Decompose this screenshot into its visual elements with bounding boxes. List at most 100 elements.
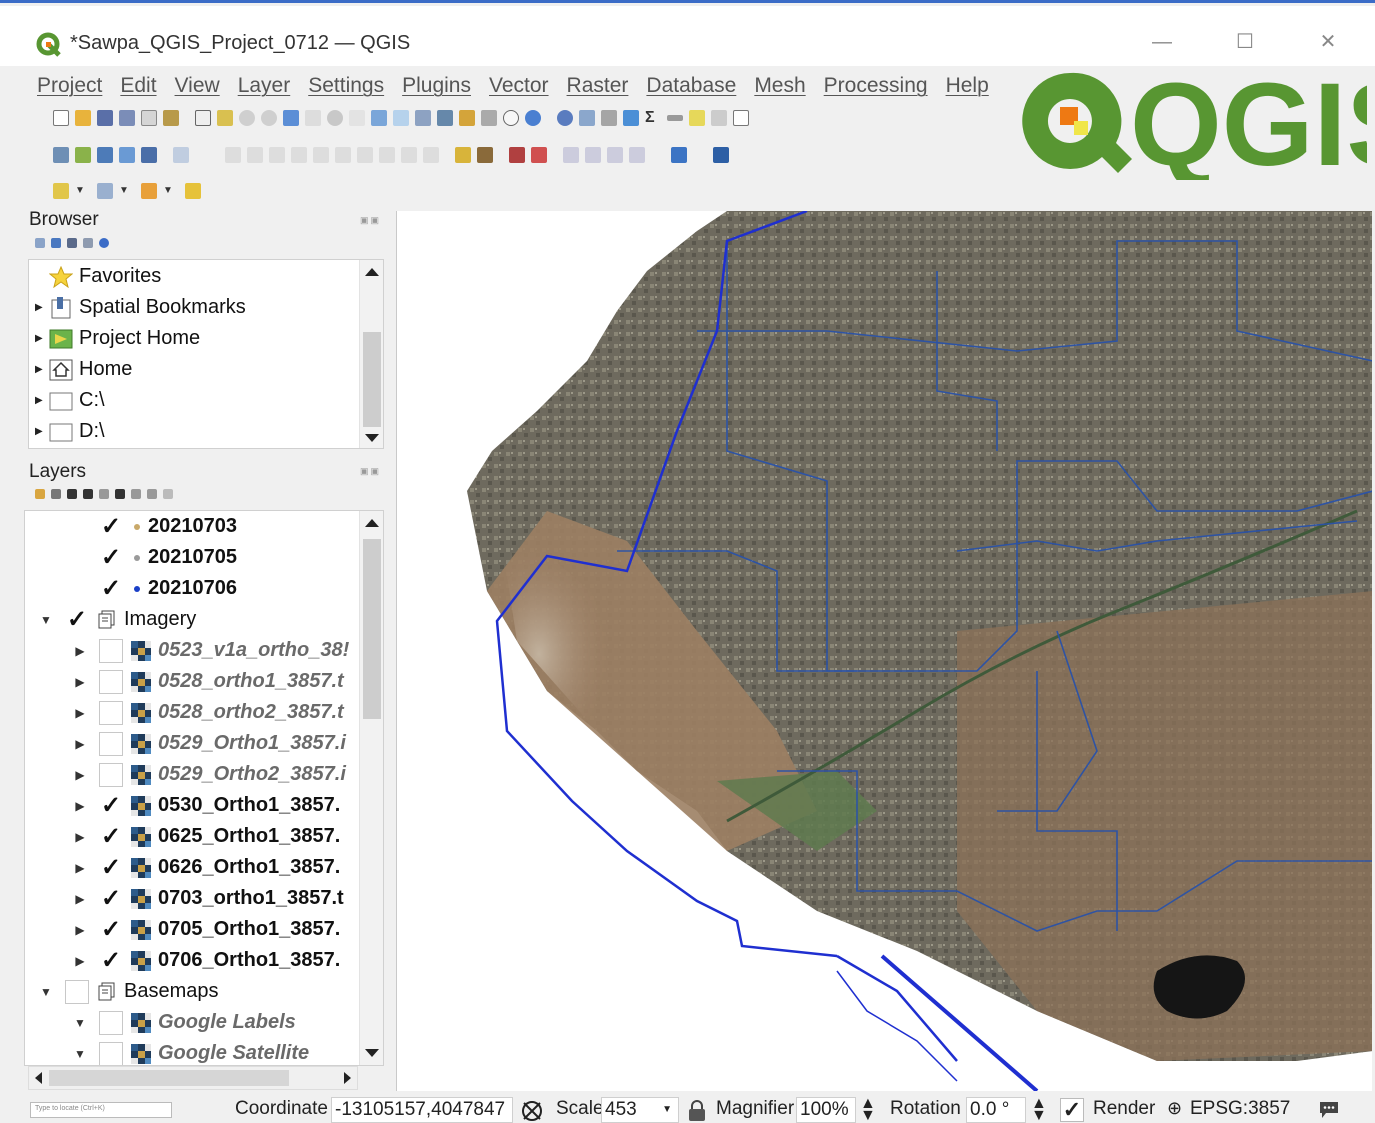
zoom-last-icon[interactable] — [371, 110, 387, 126]
expand-arrow-icon[interactable]: ▶ — [71, 861, 89, 875]
expand-arrow-icon[interactable]: ▶ — [71, 737, 89, 751]
scroll-down-icon[interactable] — [365, 1049, 379, 1057]
coordinate-field[interactable]: -13105157,4047847 — [331, 1097, 513, 1123]
layer-visibility-checkbox[interactable] — [99, 1010, 123, 1035]
pan-to-selection-icon[interactable] — [217, 110, 233, 126]
scroll-up-icon[interactable] — [365, 519, 379, 527]
menu-mesh[interactable]: Mesh — [754, 69, 805, 103]
layer-row[interactable]: ▶ ✓ 0706_Ortho1_3857. — [71, 945, 340, 976]
layer-row[interactable]: ▼ Google Satellite — [71, 1038, 309, 1065]
collapse-arrow-icon[interactable]: ▼ — [37, 985, 55, 999]
layer-row[interactable]: ▶ ✓ 0705_Ortho1_3857. — [71, 914, 340, 945]
menu-database[interactable]: Database — [646, 69, 736, 103]
layer-row[interactable]: ▶ 0528_ortho1_3857.t — [71, 666, 344, 697]
rotation-spinner-icon[interactable]: ▲ ▼ — [1031, 1096, 1047, 1123]
rotation-field[interactable]: 0.0 ° — [966, 1097, 1026, 1123]
expand-arrow-icon[interactable]: ▶ — [35, 395, 45, 406]
style-manager-icon[interactable] — [163, 110, 179, 126]
processing-toolbox-icon[interactable] — [623, 110, 639, 126]
expand-arrow-icon[interactable]: ▶ — [35, 333, 45, 344]
zoom-out-icon[interactable] — [261, 110, 277, 126]
layer-row[interactable]: ✓ 20210703 — [99, 511, 237, 542]
add-selected-icon[interactable] — [35, 238, 45, 248]
zoom-selection-icon[interactable] — [305, 110, 321, 126]
layer-row[interactable]: ▶ 0528_ortho2_3857.t — [71, 697, 344, 728]
python-console-icon[interactable] — [671, 147, 687, 163]
filter-browser-icon[interactable] — [67, 238, 77, 248]
statistics-icon[interactable]: Σ — [645, 110, 661, 126]
scroll-thumb[interactable] — [363, 332, 381, 427]
layer-row[interactable]: ▶ 0529_Ortho1_3857.i — [71, 728, 346, 759]
layer-visibility-checkbox[interactable] — [99, 700, 123, 725]
minimize-button[interactable]: — — [1142, 24, 1182, 60]
browser-item-project-home[interactable]: ▶ Project Home — [35, 323, 200, 354]
layer-row[interactable]: ✓ 20210706 — [99, 573, 237, 604]
add-wms-icon[interactable] — [173, 147, 189, 163]
layer-visibility-checkbox[interactable] — [99, 638, 123, 663]
layer-visibility-checkbox[interactable]: ✓ — [99, 545, 123, 570]
menu-project[interactable]: Project — [37, 69, 102, 103]
temporal-icon[interactable] — [503, 110, 519, 126]
new-project-icon[interactable] — [53, 110, 69, 126]
layer-visibility-checkbox[interactable]: ✓ — [99, 917, 123, 942]
browser-item-spatial-bookmarks[interactable]: ▶ Spatial Bookmarks — [35, 292, 246, 323]
layers-scrollbar[interactable] — [359, 511, 383, 1065]
bookmark-new-icon[interactable] — [459, 110, 475, 126]
browser-item-drive-d[interactable]: ▶ D:\ — [35, 416, 105, 447]
expand-arrow-icon[interactable]: ▶ — [71, 768, 89, 782]
layer-visibility-checkbox[interactable]: ✓ — [99, 514, 123, 539]
zoom-full-icon[interactable] — [283, 110, 299, 126]
new-map-view-icon[interactable] — [415, 110, 431, 126]
digitize-icon[interactable] — [119, 147, 135, 163]
scroll-up-icon[interactable] — [365, 268, 379, 276]
layer-visibility-checkbox[interactable]: ✓ — [99, 576, 123, 601]
layer-visibility-checkbox[interactable] — [65, 979, 89, 1004]
render-checkbox[interactable]: ✓ — [1060, 1098, 1084, 1122]
browser-item-drive-c[interactable]: ▶ C:\ — [35, 385, 105, 416]
dropdown-arrow-icon[interactable]: ▼ — [163, 183, 179, 199]
annotation-icon[interactable] — [711, 110, 727, 126]
add-vector-icon[interactable] — [97, 147, 113, 163]
save-project-icon[interactable] — [97, 110, 113, 126]
new-3d-view-icon[interactable] — [437, 110, 453, 126]
measure-icon[interactable] — [667, 115, 683, 121]
browser-panel-controls[interactable]: ▣▣ — [360, 215, 381, 226]
label-tool-3-icon[interactable] — [509, 147, 525, 163]
layers-panel-controls[interactable]: ▣▣ — [360, 466, 381, 477]
scroll-thumb[interactable] — [363, 539, 381, 719]
lock-icon[interactable] — [687, 1099, 707, 1123]
properties-icon[interactable] — [99, 238, 109, 248]
layer-visibility-checkbox[interactable]: ✓ — [99, 824, 123, 849]
remove-layer-icon[interactable] — [163, 489, 173, 499]
close-button[interactable]: ✕ — [1308, 24, 1348, 60]
layer-visibility-checkbox[interactable]: ✓ — [99, 886, 123, 911]
layers-horizontal-scrollbar[interactable] — [28, 1066, 358, 1090]
new-layer-icon[interactable] — [75, 147, 91, 163]
dropdown-arrow-icon[interactable] — [115, 489, 125, 499]
layer-row[interactable]: ▶ ✓ 0626_Ortho1_3857. — [71, 852, 340, 883]
expand-arrow-icon[interactable]: ▶ — [35, 426, 45, 437]
layer-visibility-checkbox[interactable] — [99, 1041, 123, 1065]
expand-all-icon[interactable] — [131, 489, 141, 499]
magnifier-spinner-icon[interactable]: ▲ ▼ — [860, 1096, 876, 1123]
menu-view[interactable]: View — [175, 69, 220, 103]
crs-button[interactable]: EPSG:3857 — [1190, 1098, 1290, 1120]
expand-arrow-icon[interactable]: ▶ — [71, 923, 89, 937]
open-layer-styling-icon[interactable] — [35, 489, 45, 499]
print-layout-icon[interactable] — [141, 110, 157, 126]
collapse-all-icon[interactable] — [147, 489, 157, 499]
scroll-right-icon[interactable] — [344, 1072, 351, 1084]
locator-search-input[interactable]: Type to locate (Ctrl+K) — [30, 1102, 172, 1118]
expand-arrow-icon[interactable]: ▶ — [71, 706, 89, 720]
layer-group-row[interactable]: ▼ Basemaps — [37, 976, 219, 1007]
magnifier-field[interactable]: 100% — [796, 1097, 856, 1123]
layer-row[interactable]: ▶ 0523_v1a_ortho_38! — [71, 635, 349, 666]
manage-themes-icon[interactable] — [67, 489, 77, 499]
label-tool-4-icon[interactable] — [531, 147, 547, 163]
zoom-in-icon[interactable] — [239, 110, 255, 126]
menu-plugins[interactable]: Plugins — [402, 69, 471, 103]
menu-settings[interactable]: Settings — [308, 69, 384, 103]
maximize-button[interactable]: ☐ — [1225, 24, 1265, 60]
open-project-icon[interactable] — [75, 110, 91, 126]
expand-arrow-icon[interactable]: ▶ — [71, 954, 89, 968]
